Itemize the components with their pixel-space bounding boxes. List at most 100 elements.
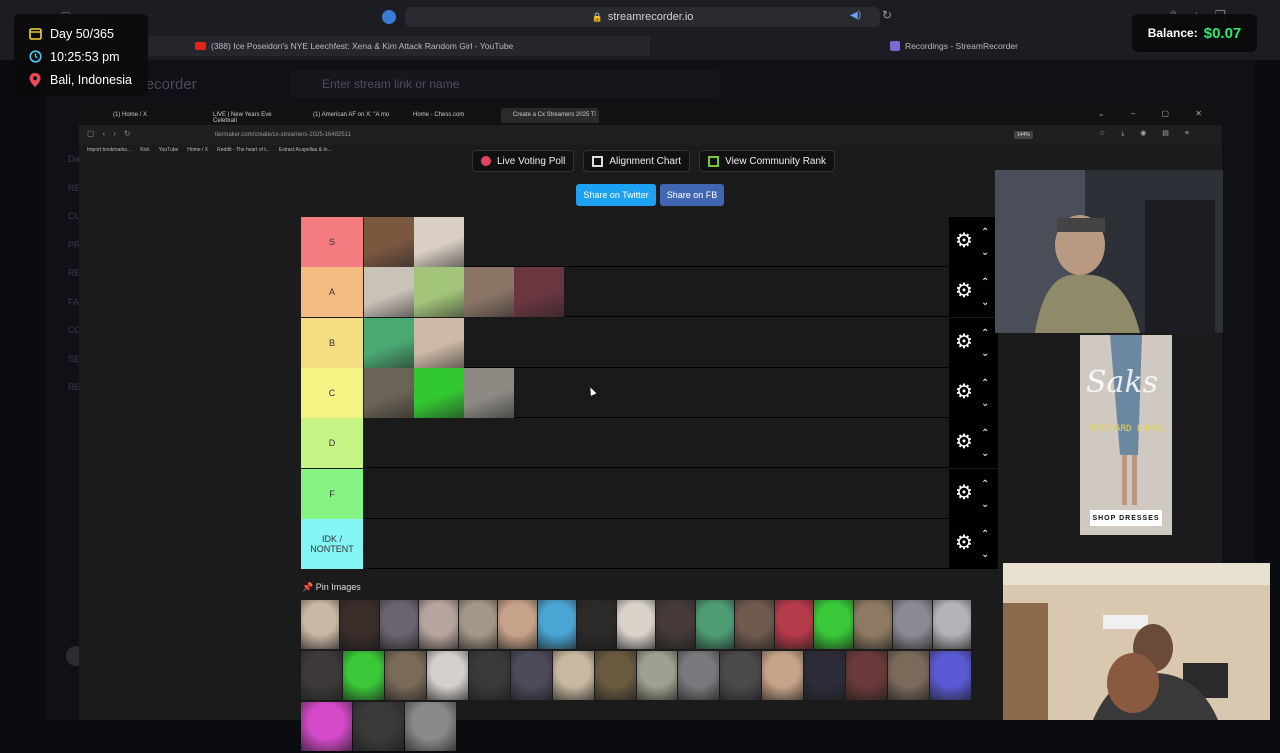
tier-thumbnail[interactable] <box>364 267 414 318</box>
pin-image[interactable] <box>577 600 616 649</box>
bookmark-item[interactable]: YouTube <box>159 147 179 158</box>
outer-tab-youtube[interactable]: (388) Ice Poseidon's NYE Leechfest: Xena… <box>145 36 650 56</box>
stream-link-input[interactable]: Enter stream link or name <box>290 70 720 98</box>
live-voting-button[interactable]: Live Voting Poll <box>472 150 575 172</box>
pin-image[interactable] <box>762 651 804 700</box>
pin-image[interactable] <box>342 651 384 700</box>
tier-label[interactable]: F <box>301 468 363 519</box>
tier-thumbnail[interactable] <box>414 367 464 418</box>
inner-tab[interactable]: (1) American AF on X: "A mo <box>301 108 396 123</box>
gear-icon[interactable]: ⚙ <box>955 231 973 251</box>
tier-thumbnail[interactable] <box>414 317 464 368</box>
gear-icon[interactable]: ⚙ <box>955 281 973 301</box>
gear-icon[interactable]: ⚙ <box>955 533 973 553</box>
chevron-up-icon[interactable]: ⌃ <box>981 378 989 389</box>
alignment-chart-button[interactable]: Alignment Chart <box>583 150 691 172</box>
pin-image[interactable] <box>405 702 456 751</box>
bookmark-item[interactable]: Import bookmarks... <box>87 147 131 158</box>
bookmark-item[interactable]: Kick <box>140 147 149 158</box>
bookmark-item[interactable]: Extract Acapellas & In... <box>279 147 332 158</box>
chevron-up-icon[interactable]: ⌃ <box>981 428 989 439</box>
pin-image[interactable] <box>498 600 537 649</box>
gear-icon[interactable]: ⚙ <box>955 382 973 402</box>
tier-label[interactable]: A <box>301 267 363 318</box>
toolbar-icons[interactable]: ☆ ⤓ ◉ ▤ ≡ <box>1099 129 1196 138</box>
tier-label[interactable]: B <box>301 317 363 368</box>
window-controls-icon[interactable]: ⌄ – ▢ ✕ <box>1098 109 1214 118</box>
bookmark-item[interactable]: Home / X <box>187 147 208 158</box>
tier-label[interactable]: C <box>301 367 363 418</box>
tier-thumbnail[interactable] <box>464 367 514 418</box>
pin-image[interactable] <box>426 651 468 700</box>
pin-image[interactable] <box>853 600 893 649</box>
gear-icon[interactable]: ⚙ <box>955 432 973 452</box>
community-rank-button[interactable]: View Community Rank <box>699 150 836 172</box>
saks-ad[interactable]: Saks POSTCARD LOOKS SHOP DRESSES <box>1080 335 1172 535</box>
chevron-up-icon[interactable]: ⌃ <box>981 479 989 490</box>
chevron-up-icon[interactable]: ⌃ <box>981 227 989 238</box>
pin-image[interactable] <box>458 600 498 649</box>
zoom-badge[interactable]: 144% <box>1014 131 1033 139</box>
pin-image[interactable] <box>774 600 814 649</box>
pin-image[interactable] <box>379 600 419 649</box>
share-twitter-button[interactable]: Share on Twitter <box>576 184 656 206</box>
volume-icon[interactable]: ◀) <box>850 10 861 21</box>
inner-url-bar[interactable]: tiermaker.com/create/cx-streamers-2025-1… <box>197 129 997 142</box>
pin-image[interactable] <box>636 651 678 700</box>
pin-image[interactable] <box>537 600 577 649</box>
inner-tab[interactable]: (1) Home / X <box>101 108 196 123</box>
outer-url-bar[interactable]: 🔒 streamrecorder.io <box>405 7 880 27</box>
tier-label[interactable]: D <box>301 418 363 469</box>
tier-thumbnail[interactable] <box>464 267 514 318</box>
pin-image[interactable] <box>301 600 340 649</box>
tier-thumbnail[interactable] <box>514 267 564 318</box>
share-fb-button[interactable]: Share on FB <box>660 184 724 206</box>
inner-tab[interactable]: Home - Chess.com <box>401 108 496 123</box>
pin-image[interactable] <box>301 651 342 700</box>
tier-label[interactable]: IDK / NONTENT <box>301 518 363 569</box>
tier-thumbnail[interactable] <box>364 367 414 418</box>
chevron-down-icon[interactable]: ⌄ <box>981 499 989 510</box>
tier-label[interactable]: S <box>301 217 363 267</box>
inner-tab[interactable]: LIVE | New Years Eve Celebrati <box>201 108 296 124</box>
pin-image[interactable] <box>656 600 695 649</box>
tier-thumbnail[interactable] <box>414 267 464 318</box>
tier-thumbnail[interactable] <box>364 217 414 267</box>
pin-image[interactable] <box>932 600 971 649</box>
chevron-up-icon[interactable]: ⌃ <box>981 328 989 339</box>
pin-image[interactable] <box>720 651 762 700</box>
inner-tab-active[interactable]: Create a Cx Streamers 2025 Ti <box>501 108 599 123</box>
pin-image[interactable] <box>616 600 656 649</box>
pin-image[interactable] <box>735 600 774 649</box>
chevron-down-icon[interactable]: ⌄ <box>981 448 989 459</box>
pin-image[interactable] <box>893 600 932 649</box>
chevron-down-icon[interactable]: ⌄ <box>981 247 989 258</box>
chevron-up-icon[interactable]: ⌃ <box>981 277 989 288</box>
pin-image[interactable] <box>468 651 510 700</box>
pin-image[interactable] <box>384 651 426 700</box>
pin-image[interactable] <box>695 600 735 649</box>
chevron-down-icon[interactable]: ⌄ <box>981 348 989 359</box>
pin-image[interactable] <box>301 702 352 751</box>
nav-arrows-icon[interactable]: ▢‹›↻ <box>87 129 139 138</box>
chevron-down-icon[interactable]: ⌄ <box>981 297 989 308</box>
pin-image[interactable] <box>419 600 458 649</box>
pin-image[interactable] <box>353 702 404 751</box>
pin-image[interactable] <box>846 651 888 700</box>
pin-image[interactable] <box>678 651 720 700</box>
spotify-icon[interactable] <box>382 10 396 24</box>
pin-image[interactable] <box>814 600 853 649</box>
bookmark-item[interactable]: Reddit - The heart of t... <box>217 147 270 158</box>
pin-image[interactable] <box>930 651 971 700</box>
pin-image[interactable] <box>552 651 594 700</box>
pin-image[interactable] <box>888 651 930 700</box>
reload-icon[interactable]: ↻ <box>882 8 892 22</box>
chevron-down-icon[interactable]: ⌄ <box>981 549 989 560</box>
shop-dresses-button[interactable]: SHOP DRESSES <box>1090 510 1162 526</box>
tier-thumbnail[interactable] <box>414 217 464 267</box>
gear-icon[interactable]: ⚙ <box>955 332 973 352</box>
pin-image[interactable] <box>594 651 636 700</box>
pin-image[interactable] <box>510 651 552 700</box>
chevron-up-icon[interactable]: ⌃ <box>981 529 989 540</box>
gear-icon[interactable]: ⚙ <box>955 483 973 503</box>
